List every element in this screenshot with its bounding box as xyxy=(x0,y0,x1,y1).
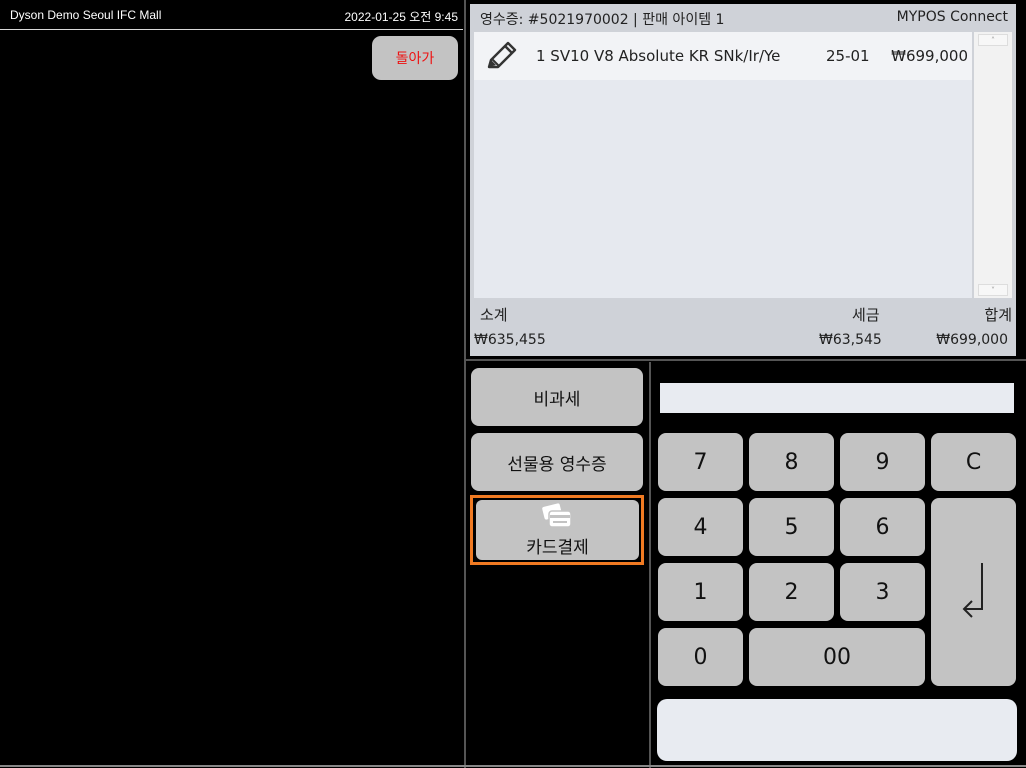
key-4[interactable]: 4 xyxy=(658,498,743,556)
keypad-divider xyxy=(649,362,651,768)
key-5[interactable]: 5 xyxy=(749,498,834,556)
item-price: ₩699,000 xyxy=(891,47,968,65)
totals-labels: 소계 세금 합계 xyxy=(470,304,1016,326)
key-0[interactable]: 0 xyxy=(658,628,743,686)
scroll-down-icon[interactable]: ˅ xyxy=(978,284,1008,296)
enter-button[interactable] xyxy=(931,498,1016,686)
datetime: 2022-01-25 오전 9:45 xyxy=(344,10,459,24)
vertical-divider xyxy=(464,0,466,768)
key-2[interactable]: 2 xyxy=(749,563,834,621)
key-7[interactable]: 7 xyxy=(658,433,743,491)
key-1[interactable]: 1 xyxy=(658,563,743,621)
item-description: 1 SV10 V8 Absolute KR SNk/Ir/Ye xyxy=(536,47,781,65)
store-name: Dyson Demo Seoul IFC Mall xyxy=(10,8,162,22)
gift-receipt-button[interactable]: 선물용 영수증 xyxy=(471,433,643,491)
pencil-icon[interactable] xyxy=(484,40,518,72)
total-label: 합계 xyxy=(984,306,1012,324)
message-area xyxy=(657,699,1017,761)
card-payment-highlight: 카드결제 xyxy=(470,495,644,565)
credit-card-icon xyxy=(541,502,575,532)
bottom-divider xyxy=(0,765,1026,767)
item-list: 1 SV10 V8 Absolute KR SNk/Ir/Ye 25-01 ₩6… xyxy=(474,32,972,298)
total-value: ₩699,000 xyxy=(936,332,1008,348)
scrollbar[interactable]: ˄ ˅ xyxy=(974,32,1012,298)
back-button[interactable]: 돌아가 xyxy=(372,36,458,80)
totals-values: ₩635,455 ₩63,545 ₩699,000 xyxy=(470,332,1016,354)
tax-label: 세금 xyxy=(852,306,880,324)
receipt-panel: 영수증: #5021970002 | 판매 아이템 1 MYPOS Connec… xyxy=(470,4,1016,356)
subtotal-label: 소계 xyxy=(480,306,508,324)
card-payment-button[interactable]: 카드결제 xyxy=(476,500,639,560)
top-bar: Dyson Demo Seoul IFC Mall 2022-01-25 오전 … xyxy=(0,0,463,30)
list-item[interactable]: 1 SV10 V8 Absolute KR SNk/Ir/Ye 25-01 ₩6… xyxy=(474,32,972,80)
receipt-header: 영수증: #5021970002 | 판매 아이템 1 MYPOS Connec… xyxy=(470,4,1016,32)
receipt-title: 영수증: #5021970002 | 판매 아이템 1 xyxy=(480,12,725,28)
card-payment-label: 카드결제 xyxy=(526,538,589,558)
key-9[interactable]: 9 xyxy=(840,433,925,491)
clear-button[interactable]: C xyxy=(931,433,1016,491)
receipt-brand: MYPOS Connect xyxy=(896,9,1008,25)
key-6[interactable]: 6 xyxy=(840,498,925,556)
enter-arrow-icon xyxy=(960,559,988,625)
amount-input[interactable] xyxy=(660,383,1014,413)
key-00[interactable]: 00 xyxy=(749,628,925,686)
subtotal-value: ₩635,455 xyxy=(474,332,546,348)
scroll-up-icon[interactable]: ˄ xyxy=(978,34,1008,46)
tax-value: ₩63,545 xyxy=(819,332,882,348)
key-8[interactable]: 8 xyxy=(749,433,834,491)
tax-free-button[interactable]: 비과세 xyxy=(471,368,643,426)
horizontal-divider xyxy=(465,359,1026,361)
item-code: 25-01 xyxy=(826,47,870,65)
key-3[interactable]: 3 xyxy=(840,563,925,621)
